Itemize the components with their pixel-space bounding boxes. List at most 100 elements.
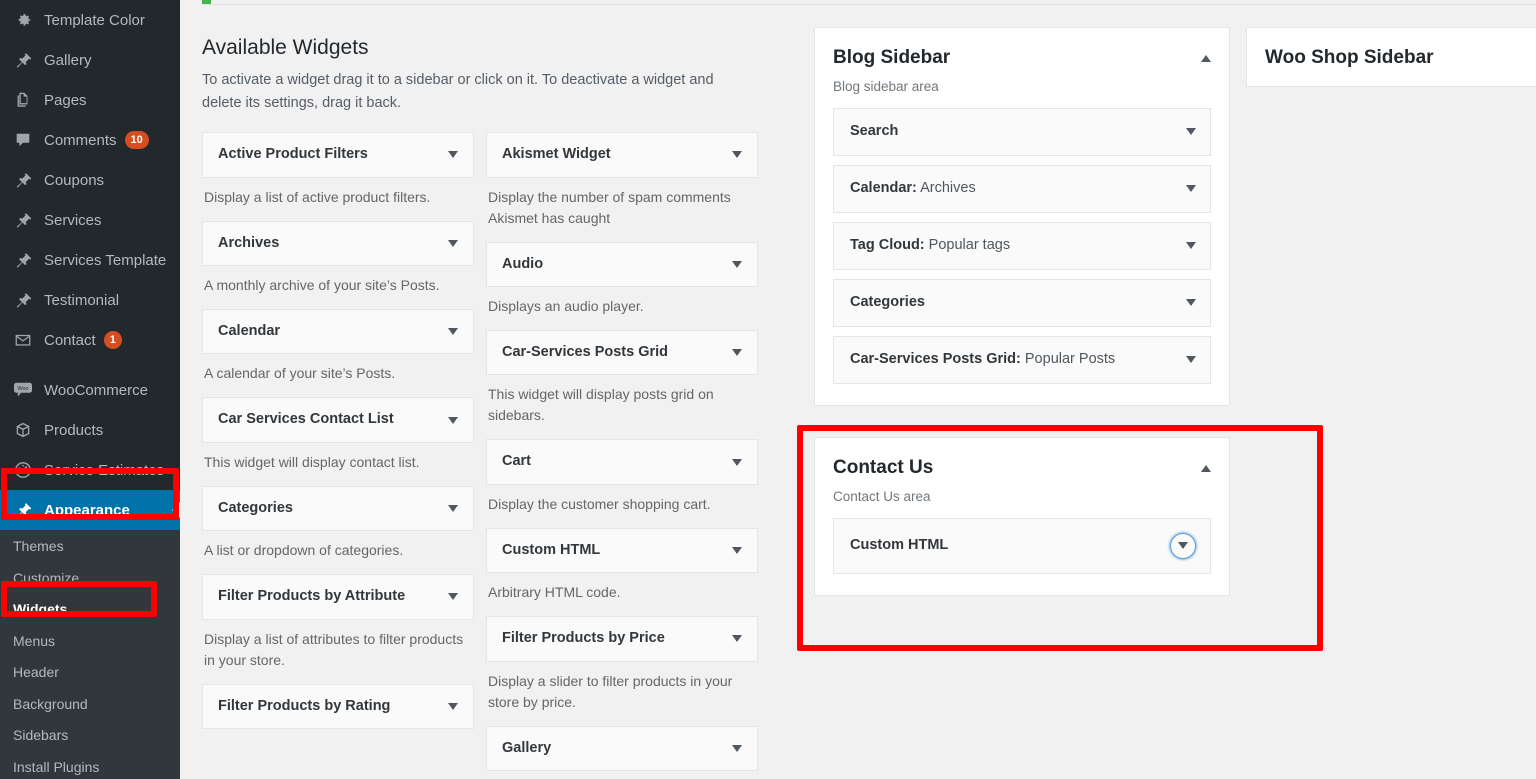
placed-widget[interactable]: Categories: [833, 278, 1211, 327]
gauge-icon: [11, 458, 35, 482]
sidebar-item-contact[interactable]: Contact 1: [0, 320, 180, 360]
products-icon: [11, 418, 35, 442]
placed-widget-instance: Popular tags: [924, 237, 1011, 254]
sidebar-item-woocommerce[interactable]: Woo WooCommerce: [0, 370, 180, 410]
available-widget-card[interactable]: Custom HTML: [486, 527, 758, 574]
available-widget-card[interactable]: Filter Products by Attribute: [202, 574, 474, 620]
placed-widget-instance: Popular Posts: [1020, 351, 1116, 368]
blog-sidebar-subtitle: Blog sidebar area: [833, 78, 939, 94]
caret-down-icon[interactable]: [732, 744, 742, 752]
submenu-item-sidebars[interactable]: Sidebars: [0, 720, 180, 752]
woo-shop-sidebar-header[interactable]: Woo Shop Sidebar: [1265, 46, 1536, 70]
available-widget-description: This widget will display contact list.: [204, 453, 420, 470]
contact-us-sidebar-header[interactable]: Contact Us: [833, 456, 1211, 480]
caret-up-icon[interactable]: [1201, 465, 1211, 472]
caret-down-icon[interactable]: [1186, 185, 1196, 193]
wordpress-widgets-screen: Template Color Gallery Pages Comments 10 Coup…: [0, 0, 1536, 779]
blog-sidebar-panel[interactable]: Blog Sidebar Blog sidebar area Search Cal…: [814, 27, 1230, 406]
placed-widget-title: Search: [850, 123, 898, 140]
available-widget-name: Audio: [502, 255, 544, 272]
caret-down-icon: [1178, 542, 1188, 550]
available-widget-name: Filter Products by Rating: [218, 697, 391, 714]
available-widget-card[interactable]: Active Product Filters: [202, 132, 474, 178]
placed-widget[interactable]: Tag Cloud: Popular tags: [833, 221, 1211, 270]
available-widget-card[interactable]: Gallery: [486, 725, 758, 771]
pin-icon: [11, 208, 35, 232]
sidebar-item-comments[interactable]: Comments 10: [0, 120, 180, 160]
caret-down-icon[interactable]: [448, 328, 458, 336]
sidebar-item-label: Gallery: [44, 51, 92, 69]
contact-us-sidebar-panel[interactable]: Contact Us Contact Us area Custom HTML: [814, 437, 1230, 596]
caret-down-icon[interactable]: [732, 260, 742, 268]
contact-us-sidebar-subtitle: Contact Us area: [833, 488, 931, 504]
submenu-item-menus[interactable]: Menus: [0, 626, 180, 658]
caret-down-icon[interactable]: [732, 458, 742, 466]
pin-icon: [11, 288, 35, 312]
placed-widget[interactable]: Custom HTML: [833, 517, 1211, 574]
available-widget-card[interactable]: Car Services Contact List: [202, 397, 474, 443]
caret-down-icon[interactable]: [732, 349, 742, 357]
caret-down-icon[interactable]: [448, 593, 458, 601]
available-widget-name: Gallery: [502, 739, 552, 756]
caret-down-icon[interactable]: [448, 702, 458, 710]
sidebar-item-coupons[interactable]: Coupons: [0, 160, 180, 200]
available-widget-name: Akismet Widget: [502, 146, 611, 163]
caret-down-icon[interactable]: [448, 239, 458, 247]
sidebar-item-label: Services Template: [44, 251, 167, 269]
caret-down-icon[interactable]: [1186, 299, 1196, 307]
caret-down-icon[interactable]: [1186, 356, 1196, 364]
submenu-item-themes[interactable]: Themes: [0, 531, 180, 563]
available-widget-description: A list or dropdown of categories.: [204, 542, 404, 559]
widget-expand-toggle[interactable]: [1170, 532, 1196, 559]
available-widget-card[interactable]: Audio: [486, 241, 758, 288]
submenu-item-widgets[interactable]: Widgets: [0, 594, 180, 626]
woo-shop-sidebar-panel[interactable]: Woo Shop Sidebar: [1246, 27, 1536, 87]
sidebar-item-label: Products: [44, 421, 104, 439]
available-widget-card[interactable]: Akismet Widget: [486, 132, 758, 178]
sidebar-item-gallery[interactable]: Gallery: [0, 40, 180, 80]
caret-down-icon[interactable]: [732, 546, 742, 554]
submenu-item-background[interactable]: Background: [0, 689, 180, 721]
available-widget-card[interactable]: Filter Products by Rating: [202, 683, 474, 729]
submenu-item-install-plugins[interactable]: Install Plugins: [0, 752, 180, 779]
available-widget-description: Display a list of attributes to filter p…: [204, 630, 464, 668]
blog-sidebar-header[interactable]: Blog Sidebar: [833, 46, 1211, 70]
caret-down-icon[interactable]: [1186, 128, 1196, 136]
placed-widget-type: Categories: [850, 294, 925, 311]
submenu-item-customize[interactable]: Customize: [0, 563, 180, 595]
available-widget-name: Filter Products by Price: [502, 630, 665, 647]
available-widget-card[interactable]: Car-Services Posts Grid: [486, 330, 758, 376]
caret-down-icon[interactable]: [448, 416, 458, 424]
pages-icon: [11, 88, 35, 112]
available-widget-card[interactable]: Categories: [202, 485, 474, 532]
placed-widget[interactable]: Car-Services Posts Grid: Popular Posts: [833, 335, 1211, 384]
caret-down-icon[interactable]: [732, 151, 742, 159]
available-widgets-title: Available Widgets: [202, 36, 369, 59]
caret-down-icon[interactable]: [1186, 242, 1196, 250]
caret-down-icon[interactable]: [448, 504, 458, 512]
sidebar-item-appearance[interactable]: Appearance: [0, 490, 180, 530]
submenu-item-header[interactable]: Header: [0, 657, 180, 689]
available-widget-card[interactable]: Calendar: [202, 309, 474, 355]
placed-widget-type: Search: [850, 123, 899, 140]
sidebar-item-service-estimates[interactable]: Service Estimates: [0, 450, 180, 490]
sidebar-item-template-color[interactable]: Template Color: [0, 0, 180, 40]
available-widget-card[interactable]: Filter Products by Price: [486, 616, 758, 662]
available-widget-card[interactable]: Cart: [486, 439, 758, 485]
sidebar-item-services[interactable]: Services: [0, 200, 180, 240]
placed-widget[interactable]: Calendar: Archives: [833, 164, 1211, 213]
pin-icon: [11, 48, 35, 72]
caret-down-icon[interactable]: [448, 151, 458, 159]
sidebar-item-services-template[interactable]: Services Template: [0, 240, 180, 280]
sidebar-item-testimonial[interactable]: Testimonial: [0, 280, 180, 320]
sidebar-item-pages[interactable]: Pages: [0, 80, 180, 120]
caret-up-icon[interactable]: [1201, 55, 1211, 62]
notification-badge: 10: [124, 131, 149, 149]
placed-widget[interactable]: Search: [833, 107, 1211, 156]
placed-widget-instance: Archives: [916, 180, 976, 197]
placed-widget-type: Tag Cloud:: [850, 237, 925, 254]
sidebar-item-products[interactable]: Products: [0, 410, 180, 450]
pin-icon: [11, 168, 35, 192]
caret-down-icon[interactable]: [732, 635, 742, 643]
available-widget-card[interactable]: Archives: [202, 220, 474, 267]
